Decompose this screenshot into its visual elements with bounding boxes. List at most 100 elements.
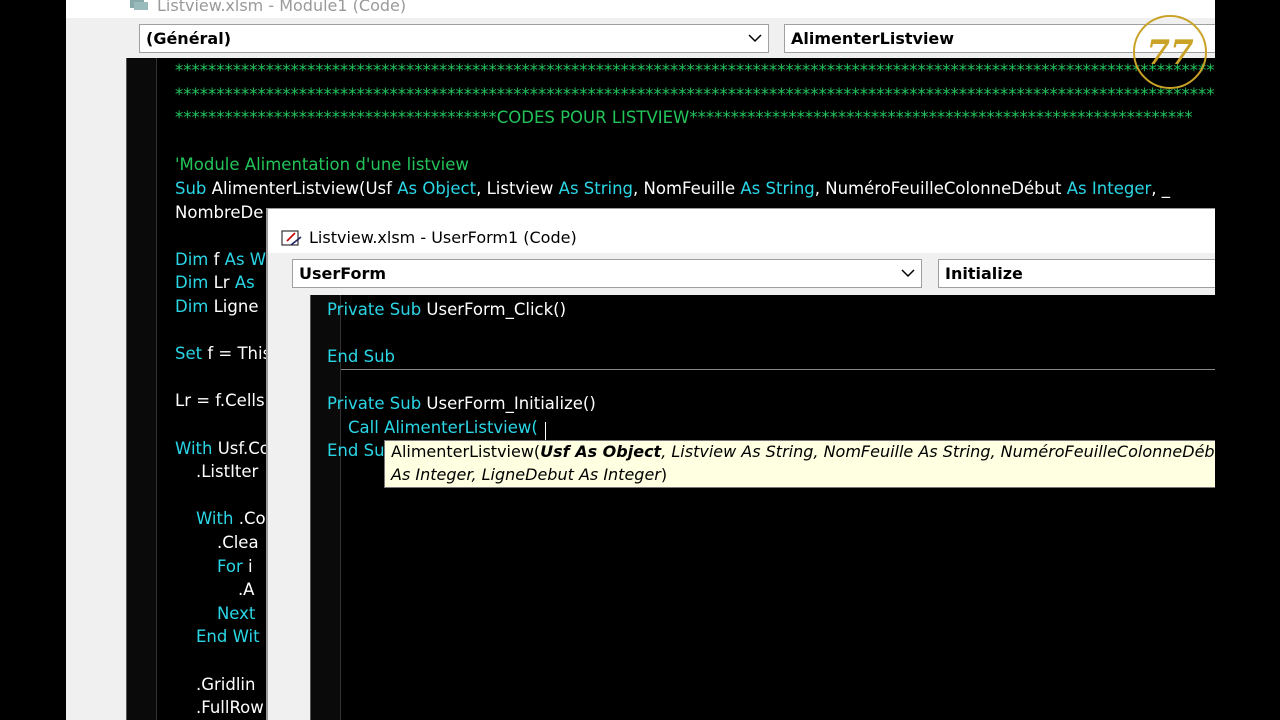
code-token: UserForm_Click() bbox=[426, 300, 567, 319]
userform1-title: Listview.xlsm - UserForm1 (Code) bbox=[309, 228, 577, 247]
code-line: ***************************************C… bbox=[175, 108, 1193, 127]
object-combo[interactable]: (Général) bbox=[139, 24, 769, 53]
code-token: End Sub bbox=[327, 347, 396, 366]
code-token: .Gridlin bbox=[175, 674, 256, 694]
code-token: .A bbox=[175, 580, 255, 600]
module1-title: Listview.xlsm - Module1 (Code) bbox=[157, 0, 407, 15]
code-token: .Co bbox=[238, 509, 266, 529]
code-line: ****************************************… bbox=[175, 61, 1215, 80]
code-token: f = This bbox=[207, 344, 272, 364]
userform1-code-window[interactable]: Listview.xlsm - UserForm1 (Code) UserFor… bbox=[266, 208, 1215, 720]
code-line: Private Sub UserForm_Click() bbox=[327, 300, 566, 319]
code-token: End Wit bbox=[175, 627, 260, 647]
code-token: Lr = f.Cells bbox=[175, 391, 265, 411]
code-token: Set bbox=[175, 344, 208, 364]
code-line: With .Co bbox=[175, 509, 266, 528]
code-token: As bbox=[234, 273, 255, 293]
code-token: , _ bbox=[1151, 179, 1170, 198]
code-token: .Clea bbox=[175, 533, 259, 552]
right-background bbox=[1215, 0, 1280, 720]
code-line: Dim f As W bbox=[175, 250, 266, 269]
code-line: ****************************************… bbox=[175, 85, 1215, 104]
code-token: As W bbox=[224, 249, 267, 269]
tooltip-close: ) bbox=[660, 465, 668, 484]
vba-module-icon bbox=[130, 0, 148, 10]
chevron-down-icon bbox=[901, 269, 915, 278]
77-logo-icon: 77 bbox=[1133, 15, 1207, 89]
userform-object-combo[interactable]: UserForm bbox=[292, 259, 922, 288]
code-token: AlimenterListview(Usf bbox=[211, 179, 398, 198]
code-line: Set f = This bbox=[175, 344, 271, 363]
code-token: , Listview bbox=[476, 179, 559, 198]
code-line: .Clea bbox=[175, 533, 259, 552]
code-line: Call AlimenterListview( bbox=[327, 418, 538, 437]
tooltip-current-param: Usf As Object bbox=[540, 442, 662, 461]
code-token: Ligne bbox=[213, 297, 259, 316]
code-line: Sub AlimenterListview(Usf As Object, Lis… bbox=[175, 179, 1170, 198]
code-token: For bbox=[175, 556, 248, 576]
code-token: Call bbox=[327, 417, 385, 437]
code-token: Sub bbox=[175, 179, 212, 198]
code-line: End Wit bbox=[175, 627, 260, 646]
code-token: UserForm_Initialize() bbox=[426, 394, 596, 413]
code-line: For i bbox=[175, 557, 253, 576]
code-token: f bbox=[213, 249, 225, 269]
code-token: ***************************************C… bbox=[175, 108, 1193, 128]
code-token: i bbox=[248, 556, 253, 576]
code-line: End Su bbox=[327, 441, 385, 460]
code-token: , NomFeuille bbox=[633, 179, 741, 198]
code-line: Dim Ligne bbox=[175, 297, 258, 316]
code-token: , NuméroFeuilleColonneDébut bbox=[814, 179, 1067, 198]
code-line: Private Sub UserForm_Initialize() bbox=[327, 394, 596, 413]
svg-text:77: 77 bbox=[1146, 33, 1194, 73]
userform-procedure-combo[interactable]: Initialize bbox=[938, 259, 1215, 288]
code-token: With bbox=[175, 509, 239, 529]
code-line: NombreDe bbox=[175, 203, 263, 222]
chevron-down-icon bbox=[748, 34, 762, 43]
code-line: Dim Lr As bbox=[175, 273, 255, 292]
code-line: Next bbox=[175, 604, 255, 623]
procedure-combo-value: AlimenterListview bbox=[791, 29, 955, 48]
code-token: With bbox=[175, 438, 218, 458]
tooltip-params: , Listview As String, NomFeuille As Stri… bbox=[661, 442, 1215, 461]
module1-titlebar[interactable]: Listview.xlsm - Module1 (Code) bbox=[66, 0, 1215, 18]
code-line: With Usf.Co bbox=[175, 439, 270, 458]
code-token: As String bbox=[558, 179, 634, 198]
code-token: Private Sub bbox=[327, 300, 427, 319]
code-token: Dim bbox=[175, 249, 214, 269]
text-cursor bbox=[545, 422, 546, 440]
code-token: Next bbox=[175, 603, 256, 623]
code-token: ****************************************… bbox=[175, 61, 1215, 80]
code-line: .Gridlin bbox=[175, 674, 256, 694]
code-token: Dim bbox=[175, 273, 214, 293]
code-token: Usf.Co bbox=[217, 438, 270, 458]
tooltip-prefix: AlimenterListview( bbox=[391, 442, 541, 461]
quick-info-tooltip: AlimenterListview(Usf As Object, Listvie… bbox=[384, 440, 1215, 488]
code-line: .FullRow bbox=[175, 698, 264, 717]
code-token: Dim bbox=[175, 297, 214, 316]
tooltip-params-line2: As Integer, LigneDebut As Integer bbox=[391, 465, 661, 484]
code-token: NombreDe bbox=[175, 202, 264, 222]
code-token: ****************************************… bbox=[175, 84, 1215, 104]
userform1-titlebar[interactable]: Listview.xlsm - UserForm1 (Code) bbox=[268, 209, 1215, 253]
code-token: End Su bbox=[327, 441, 385, 460]
code-token: .ListIter bbox=[175, 462, 259, 482]
code-token: As String bbox=[740, 179, 815, 198]
code-margin bbox=[127, 58, 157, 720]
code-token: Lr bbox=[213, 273, 235, 293]
code-token: As Object bbox=[397, 179, 477, 198]
code-line: .ListIter bbox=[175, 462, 258, 481]
code-line: End Sub bbox=[327, 347, 395, 366]
object-combo-value: (Général) bbox=[146, 29, 232, 48]
userform-object-combo-value: UserForm bbox=[299, 264, 387, 283]
code-token: As Integer bbox=[1066, 179, 1152, 198]
userform1-code-editor[interactable]: Private Sub UserForm_Click() End Sub Priva… bbox=[310, 295, 1215, 720]
code-line: Lr = f.Cells bbox=[175, 391, 265, 410]
vba-form-icon bbox=[281, 230, 302, 246]
code-token: AlimenterListview( bbox=[384, 417, 538, 437]
code-line: 'Module Alimentation d'une listview bbox=[175, 155, 469, 174]
code-token: Private Sub bbox=[327, 394, 427, 413]
code-token: 'Module Alimentation d'une listview bbox=[175, 155, 469, 175]
code-token: .FullRow bbox=[175, 698, 264, 718]
procedure-separator bbox=[341, 369, 1215, 370]
